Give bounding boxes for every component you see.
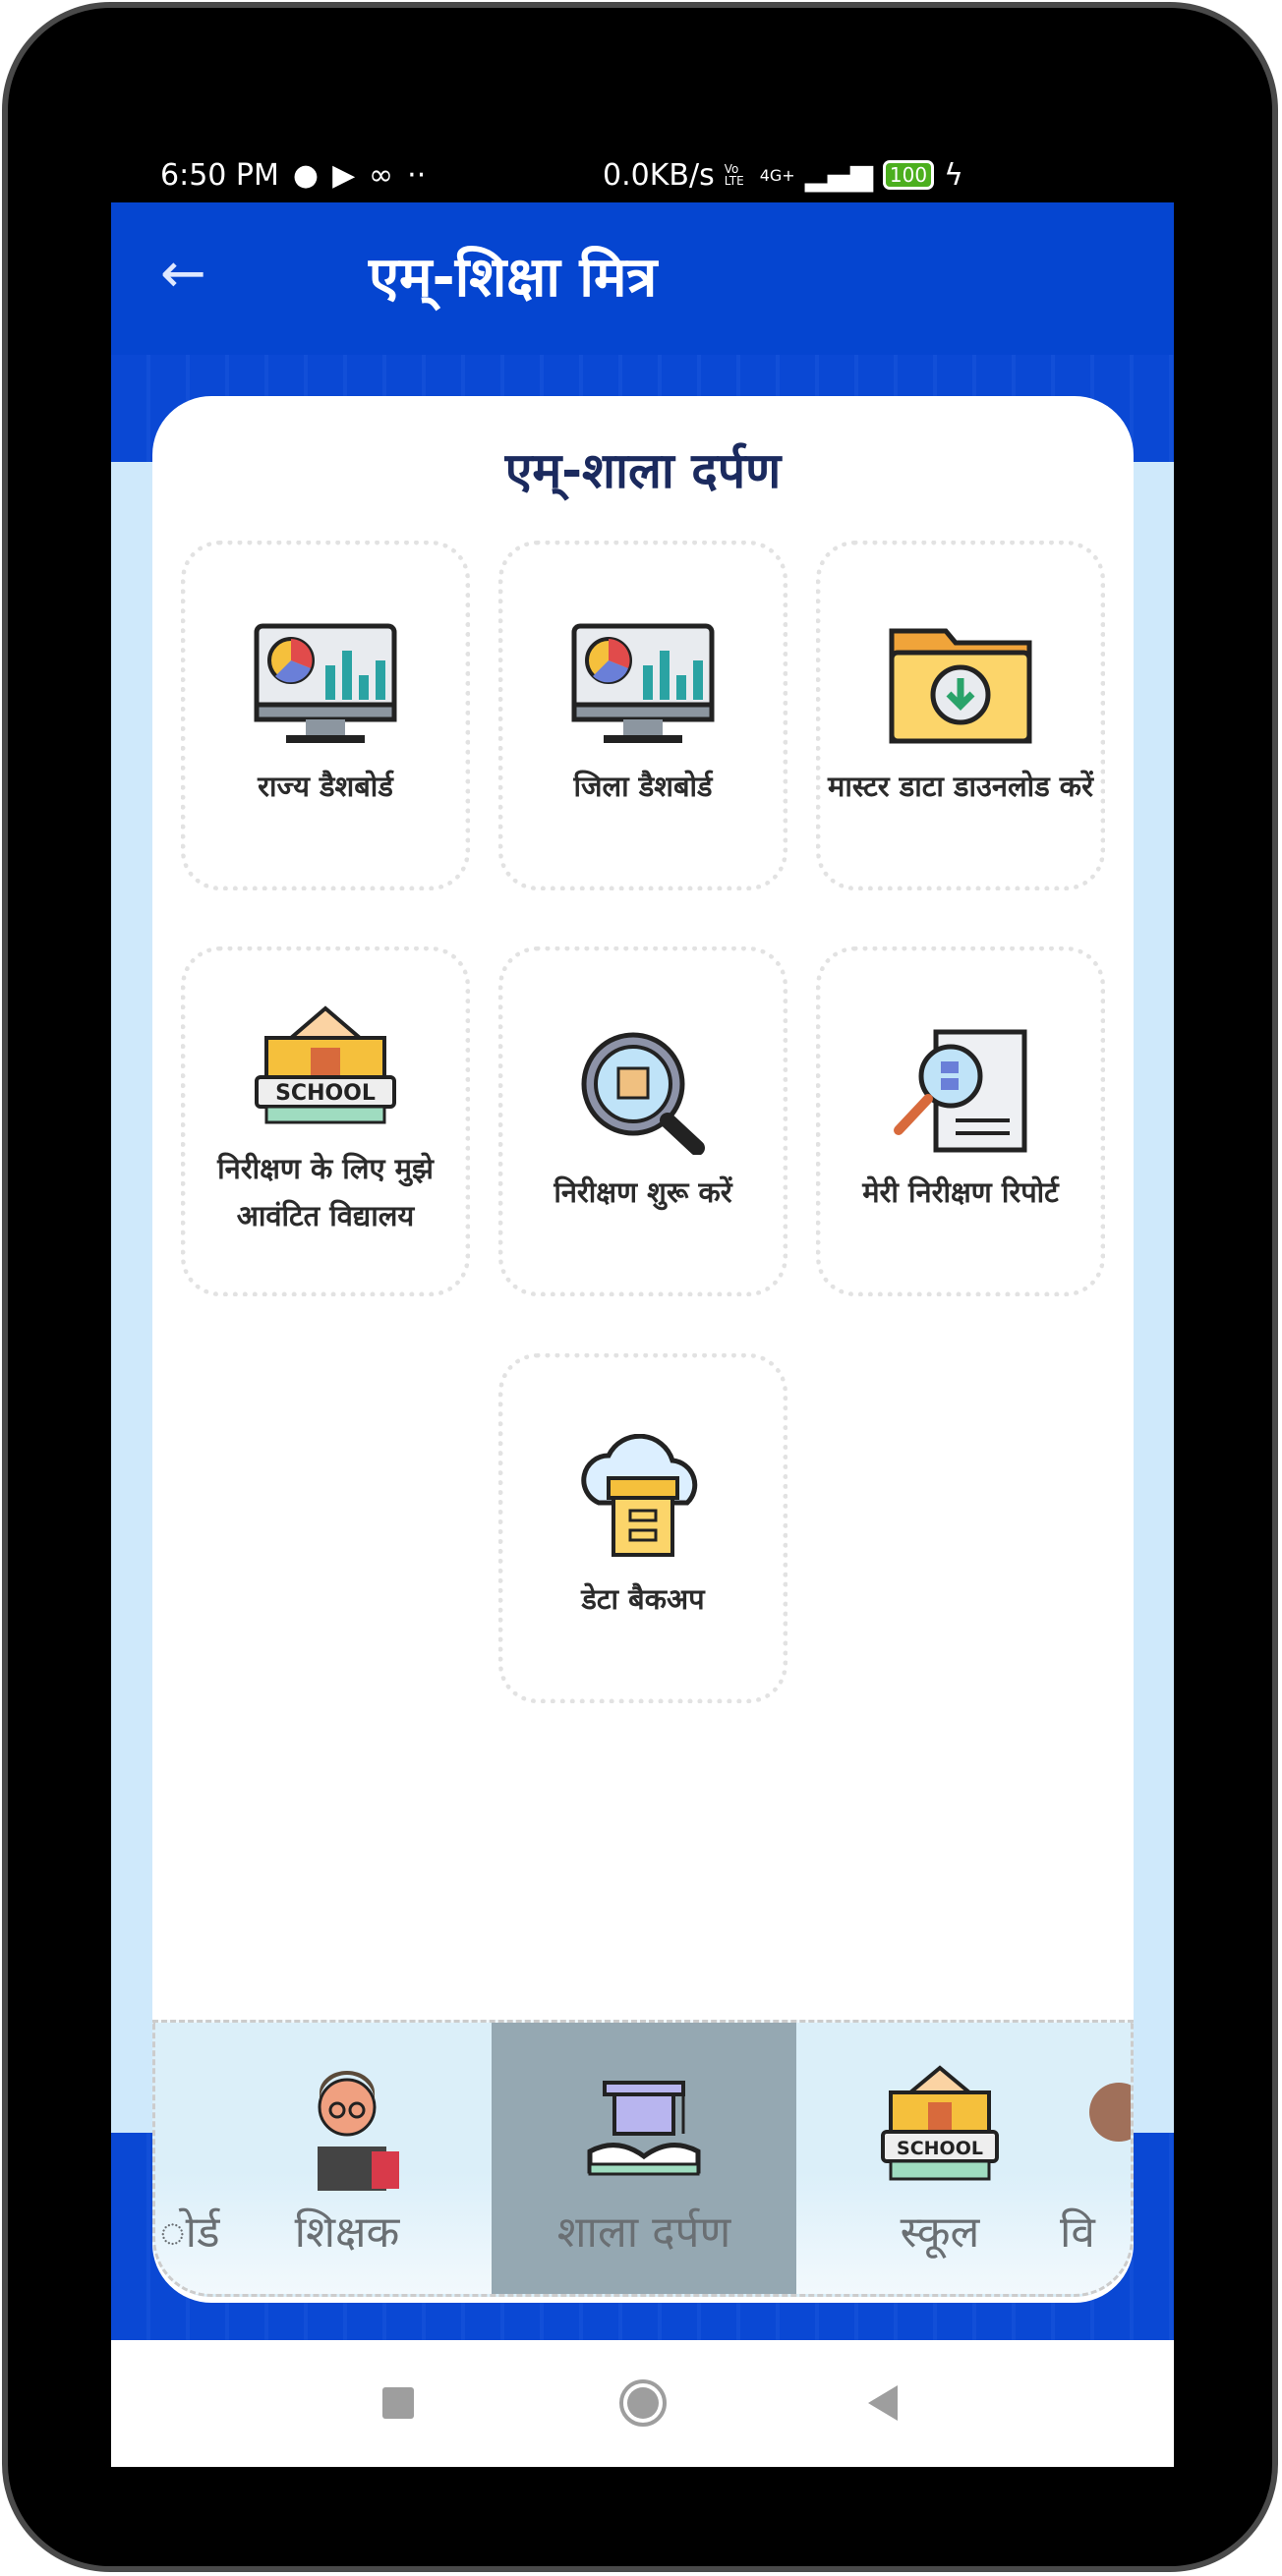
nav-item-teacher[interactable]: शिक्षक bbox=[219, 2023, 475, 2294]
graduation-book-icon bbox=[587, 2081, 701, 2176]
school-icon: SCHOOL bbox=[881, 2065, 999, 2181]
network-speed: 0.0KB/s bbox=[603, 157, 715, 193]
youtube-icon: ▶ bbox=[332, 157, 356, 193]
nav-item-student[interactable]: वि bbox=[1040, 2023, 1131, 2294]
svg-text:SCHOOL: SCHOOL bbox=[275, 1081, 376, 1106]
menu-card: एम्-शाला दर्पण राज्य डैशबोर्ड जिला डैशबो… bbox=[152, 396, 1134, 2303]
tile-data-backup[interactable]: डेटा बैकअप bbox=[498, 1353, 787, 1703]
tile-label: डेटा बैकअप bbox=[581, 1582, 705, 1616]
bottom-nav: ोर्ड शिक्षक शाला दर्पण SCHOOL स्कूल वि bbox=[152, 2020, 1134, 2297]
card-title: एम्-शाला दर्पण bbox=[504, 442, 782, 499]
tile-label: जिला डैशबोर्ड bbox=[573, 770, 713, 803]
tile-label: निरीक्षण शुरू करें bbox=[554, 1175, 732, 1209]
more-icon: ·· bbox=[407, 157, 427, 193]
app-bar: ← एम्-शिक्षा मित्र bbox=[111, 202, 1174, 355]
nav-item-shala-darpan[interactable]: शाला दर्पण bbox=[492, 2023, 796, 2294]
nav-label: वि bbox=[1060, 2207, 1095, 2258]
status-time: 6:50 PM bbox=[160, 157, 279, 193]
report-search-icon bbox=[894, 1029, 1027, 1153]
home-button[interactable] bbox=[619, 2379, 667, 2427]
svg-text:SCHOOL: SCHOOL bbox=[897, 2138, 983, 2159]
tile-label: राज्य डैशबोर्ड bbox=[258, 770, 393, 803]
dashboard-monitor-icon bbox=[254, 623, 397, 743]
tile-state-dashboard[interactable]: राज्य डैशबोर्ड bbox=[181, 541, 470, 890]
notification-icon: ● bbox=[292, 157, 320, 193]
status-bar: 6:50 PM ● ▶ ∞ ·· 0.0KB/s Vo LTE 4G+ ▂▄▆ 100 ϟ bbox=[111, 147, 1174, 202]
nav-label: ोर्ड bbox=[159, 2207, 220, 2258]
nav-label: स्कूल bbox=[900, 2207, 980, 2258]
volte-icon: Vo LTE bbox=[724, 162, 744, 188]
screen: 6:50 PM ● ▶ ∞ ·· 0.0KB/s Vo LTE 4G+ ▂▄▆ 100 ϟ ← ए… bbox=[111, 147, 1174, 2467]
tile-my-inspection-report[interactable]: मेरी निरीक्षण रिपोर्ट bbox=[816, 946, 1105, 1296]
system-nav-bar bbox=[111, 2340, 1174, 2467]
arrow-left-icon[interactable]: ← bbox=[160, 242, 206, 306]
back-button[interactable] bbox=[868, 2385, 898, 2421]
nav-item-dashboard[interactable]: ोर्ड bbox=[155, 2023, 229, 2294]
nav-item-school[interactable]: SCHOOL स्कूल bbox=[812, 2023, 1068, 2294]
student-icon bbox=[1089, 2083, 1131, 2142]
network-type: 4G+ bbox=[759, 165, 795, 185]
cloud-backup-icon bbox=[581, 1434, 698, 1557]
dashboard-monitor-icon bbox=[571, 623, 715, 743]
magnifier-icon bbox=[581, 1032, 705, 1155]
folder-download-icon bbox=[889, 628, 1032, 744]
voicemail-icon: ∞ bbox=[369, 157, 394, 193]
battery-level: 100 bbox=[882, 160, 935, 190]
teacher-icon bbox=[318, 2071, 399, 2191]
nav-label: शिक्षक bbox=[294, 2207, 400, 2258]
tile-assigned-schools[interactable]: SCHOOL निरीक्षण के लिए मुझे आवंटित विद्य… bbox=[181, 946, 470, 1296]
nav-label: शाला दर्पण bbox=[556, 2207, 731, 2258]
tile-district-dashboard[interactable]: जिला डैशबोर्ड bbox=[498, 541, 787, 890]
signal-icon: ▂▄▆ bbox=[804, 157, 873, 193]
tile-start-inspection[interactable]: निरीक्षण शुरू करें bbox=[498, 946, 787, 1296]
recents-button[interactable] bbox=[382, 2387, 414, 2419]
charging-icon: ϟ bbox=[944, 157, 963, 193]
tile-label: मेरी निरीक्षण रिपोर्ट bbox=[862, 1175, 1059, 1209]
app-title: एम्-शिक्षा मित्र bbox=[369, 246, 658, 310]
tile-label: मास्टर डाटा डाउनलोड करें bbox=[828, 770, 1093, 803]
tile-master-data-download[interactable]: मास्टर डाटा डाउनलोड करें bbox=[816, 541, 1105, 890]
school-icon: SCHOOL bbox=[255, 1005, 396, 1124]
tile-label: निरीक्षण के लिए मुझे आवंटित विद्यालय bbox=[217, 1152, 434, 1232]
